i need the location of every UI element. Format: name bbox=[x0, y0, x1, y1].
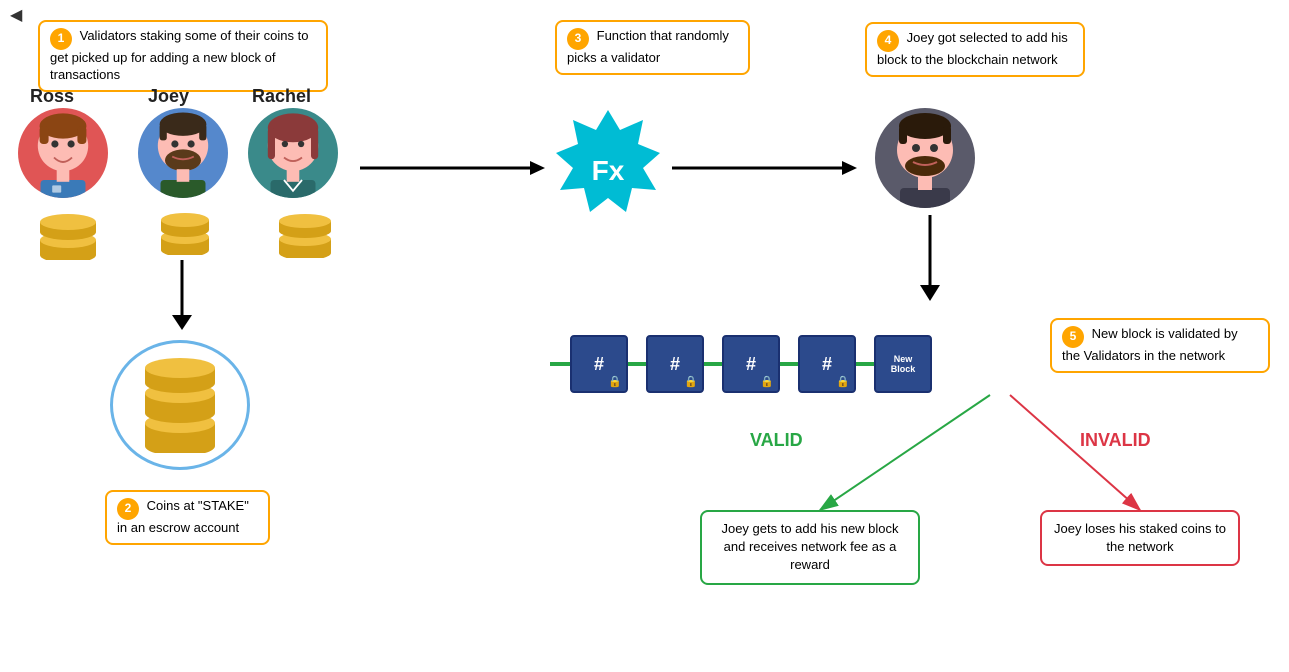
svg-text:Fx: Fx bbox=[592, 155, 625, 186]
rachel-svg bbox=[248, 108, 338, 198]
valid-outcome-box: Joey gets to add his new block and recei… bbox=[700, 510, 920, 585]
diagram: ◀ 1 Validators staking some of their coi… bbox=[0, 0, 1289, 672]
avatar-joey-selected bbox=[875, 108, 975, 208]
block-hash-2: # bbox=[670, 354, 680, 375]
blockchain: # 🔒 # 🔒 # 🔒 # 🔒 NewBlock bbox=[550, 335, 1040, 393]
lock-4: 🔒 bbox=[836, 375, 850, 388]
step3-badge: 3 bbox=[567, 28, 589, 50]
invalid-outcome-text: Joey loses his staked coins to the netwo… bbox=[1054, 521, 1226, 554]
step4-badge: 4 bbox=[877, 30, 899, 52]
valid-outcome-text: Joey gets to add his new block and recei… bbox=[721, 521, 898, 572]
step1-box: 1 Validators staking some of their coins… bbox=[38, 20, 328, 92]
lock-1: 🔒 bbox=[608, 375, 622, 388]
chain-4 bbox=[856, 362, 874, 366]
avatar-ross bbox=[18, 108, 108, 198]
ross-svg bbox=[18, 108, 108, 198]
escrow-circle bbox=[110, 340, 250, 470]
joey-svg bbox=[138, 108, 228, 198]
step5-text: New block is validated by the Validators… bbox=[1062, 326, 1238, 363]
block-3: # 🔒 bbox=[722, 335, 780, 393]
rachel-coins bbox=[265, 210, 345, 258]
ross-coins bbox=[28, 210, 108, 260]
valid-label: VALID bbox=[750, 430, 803, 451]
chain-1 bbox=[628, 362, 646, 366]
step4-box: 4 Joey got selected to add his block to … bbox=[865, 22, 1085, 77]
chain-2 bbox=[704, 362, 722, 366]
lock-2: 🔒 bbox=[684, 375, 698, 388]
avatar-rachel bbox=[248, 108, 338, 198]
step4-text: Joey got selected to add his block to th… bbox=[877, 30, 1068, 67]
invalid-outcome-box: Joey loses his staked coins to the netwo… bbox=[1040, 510, 1240, 566]
block-hash-1: # bbox=[594, 354, 604, 375]
chain-line-start bbox=[550, 362, 570, 366]
joey-coins bbox=[148, 210, 223, 255]
new-block: NewBlock bbox=[874, 335, 932, 393]
step2-box: 2 Coins at "STAKE" in an escrow account bbox=[105, 490, 270, 545]
block-hash-3: # bbox=[746, 354, 756, 375]
arrow-down-escrow bbox=[172, 260, 192, 330]
step5-box: 5 New block is validated by the Validato… bbox=[1050, 318, 1270, 373]
block-2: # 🔒 bbox=[646, 335, 704, 393]
name-ross: Ross bbox=[30, 86, 74, 107]
avatar-joey bbox=[138, 108, 228, 198]
back-arrow[interactable]: ◀ bbox=[10, 5, 22, 25]
block-hash-4: # bbox=[822, 354, 832, 375]
block-1: # 🔒 bbox=[570, 335, 628, 393]
step2-badge: 2 bbox=[117, 498, 139, 520]
block-4: # 🔒 bbox=[798, 335, 856, 393]
name-rachel: Rachel bbox=[252, 86, 311, 107]
step1-text: Validators staking some of their coins t… bbox=[50, 28, 308, 82]
name-joey: Joey bbox=[148, 86, 189, 107]
step1-badge: 1 bbox=[50, 28, 72, 50]
arrow-fx-to-joey bbox=[672, 158, 872, 178]
arrow-to-fx bbox=[360, 158, 560, 178]
lock-3: 🔒 bbox=[760, 375, 774, 388]
step5-badge: 5 bbox=[1062, 326, 1084, 348]
invalid-label: INVALID bbox=[1080, 430, 1151, 451]
escrow-coins-svg bbox=[125, 358, 235, 453]
arrow-joey-to-blockchain bbox=[920, 215, 940, 305]
joey-selected-svg bbox=[875, 108, 975, 208]
step3-text: Function that randomly picks a validator bbox=[567, 28, 729, 65]
chain-3 bbox=[780, 362, 798, 366]
new-block-label: NewBlock bbox=[891, 354, 916, 374]
step3-box: 3 Function that randomly picks a validat… bbox=[555, 20, 750, 75]
fx-badge: Fx bbox=[548, 108, 668, 228]
